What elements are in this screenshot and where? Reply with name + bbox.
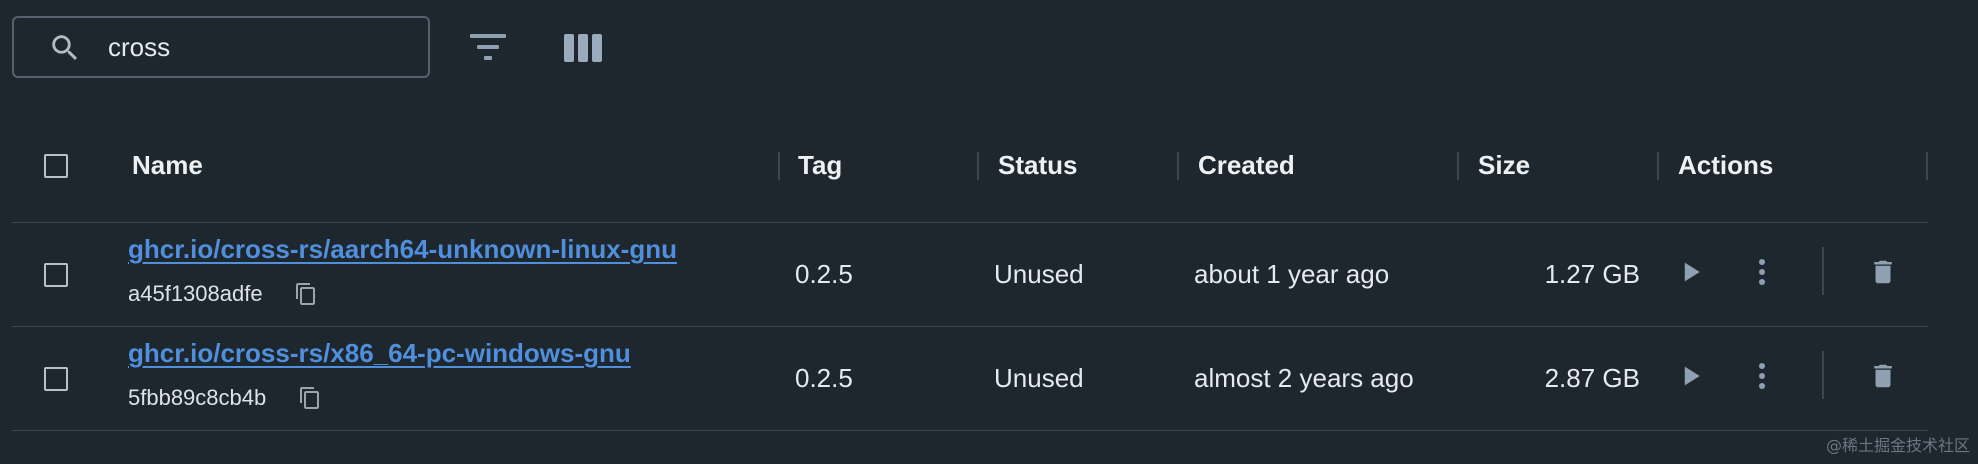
search-box[interactable] (12, 16, 430, 78)
created-cell: about 1 year ago (1194, 259, 1390, 289)
status-cell: Unused (994, 259, 1084, 289)
row-checkbox[interactable] (44, 263, 68, 287)
actions-divider (1822, 351, 1824, 399)
column-resizer[interactable] (1926, 152, 1928, 180)
image-id: a45f1308adfe (128, 281, 263, 306)
more-vertical-icon[interactable] (1750, 361, 1774, 391)
copy-icon[interactable] (298, 385, 322, 411)
columns-icon[interactable] (560, 30, 606, 66)
image-name-link[interactable]: ghcr.io/cross-rs/x86_64-pc-windows-gnu (128, 337, 631, 369)
column-resizer[interactable] (1457, 152, 1459, 180)
more-vertical-icon[interactable] (1750, 257, 1774, 287)
watermark: @稀土掘金技术社区 (1825, 436, 1970, 455)
row-checkbox[interactable] (44, 367, 68, 391)
select-all-checkbox[interactable] (44, 154, 68, 178)
column-header-status[interactable]: Status (998, 150, 1077, 180)
column-header-actions: Actions (1678, 150, 1774, 180)
column-header-name[interactable]: Name (132, 150, 203, 180)
tag-cell: 0.2.5 (795, 363, 853, 393)
search-input[interactable] (108, 28, 408, 66)
table-row: ghcr.io/cross-rs/aarch64-unknown-linux-g… (12, 223, 1928, 327)
image-name-link[interactable]: ghcr.io/cross-rs/aarch64-unknown-linux-g… (128, 233, 677, 265)
tag-cell: 0.2.5 (795, 259, 853, 289)
image-id: 5fbb89c8cb4b (128, 385, 267, 410)
actions-divider (1822, 247, 1824, 295)
column-header-created[interactable]: Created (1198, 150, 1295, 180)
size-cell: 2.87 GB (1544, 363, 1640, 393)
column-header-tag[interactable]: Tag (798, 150, 842, 180)
table-row: ghcr.io/cross-rs/x86_64-pc-windows-gnu 5… (12, 327, 1928, 431)
filter-icon[interactable] (466, 28, 510, 66)
size-cell: 1.27 GB (1544, 259, 1640, 289)
copy-icon[interactable] (294, 281, 318, 307)
search-icon (52, 35, 78, 61)
column-header-size[interactable]: Size (1478, 150, 1530, 180)
trash-icon[interactable] (1868, 255, 1898, 289)
status-cell: Unused (994, 363, 1084, 393)
column-resizer[interactable] (1177, 152, 1179, 180)
images-table: Name Tag Status Created Size Actions ghc… (12, 130, 1928, 431)
play-icon[interactable] (1676, 257, 1706, 287)
trash-icon[interactable] (1868, 359, 1898, 393)
column-resizer[interactable] (778, 152, 780, 180)
column-resizer[interactable] (1657, 152, 1659, 180)
created-cell: almost 2 years ago (1194, 363, 1414, 393)
play-icon[interactable] (1676, 361, 1706, 391)
table-header: Name Tag Status Created Size Actions (12, 130, 1928, 223)
column-resizer[interactable] (977, 152, 979, 180)
